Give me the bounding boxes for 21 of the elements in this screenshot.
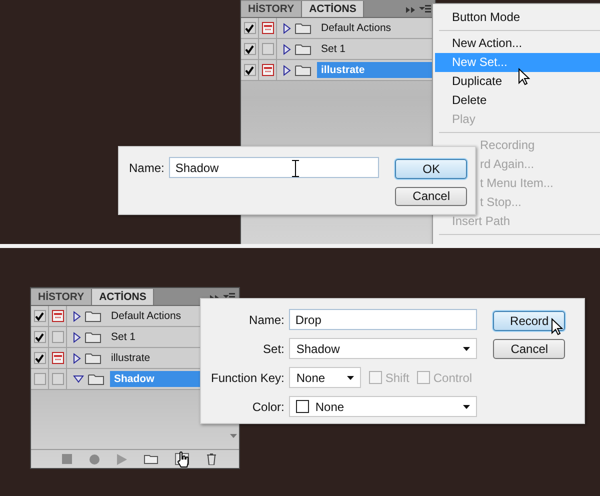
field-label: Set: <box>262 342 284 356</box>
field-label: Name: <box>129 160 164 174</box>
name-field[interactable]: Drop <box>289 309 478 330</box>
dialog-button[interactable]: Cancel <box>395 186 468 206</box>
menu-item[interactable]: New Action... <box>435 34 600 53</box>
menu-item[interactable]: Button Mode <box>435 8 600 27</box>
dialog-button[interactable]: Cancel <box>493 339 566 359</box>
menu-item[interactable]: Duplicate <box>435 72 600 91</box>
menu-item[interactable]: Delete <box>435 91 600 110</box>
color-dropdown[interactable]: None <box>289 396 478 417</box>
field-label: Color: <box>251 400 284 414</box>
dialog-button[interactable]: OK <box>395 159 468 178</box>
dialog-button[interactable]: Record <box>493 311 566 331</box>
field-label: Name: <box>248 312 284 326</box>
set-dropdown[interactable]: Shadow <box>289 338 478 359</box>
panel-tab[interactable]: ACTİONS <box>302 1 364 17</box>
name-field[interactable]: Shadow <box>169 157 380 178</box>
panel-tab[interactable]: ACTİONS <box>92 289 154 305</box>
function-key-dropdown[interactable]: None <box>289 367 362 388</box>
panel-tab[interactable]: HİSTORY <box>31 289 92 305</box>
panel-tab[interactable]: HİSTORY <box>241 1 302 17</box>
